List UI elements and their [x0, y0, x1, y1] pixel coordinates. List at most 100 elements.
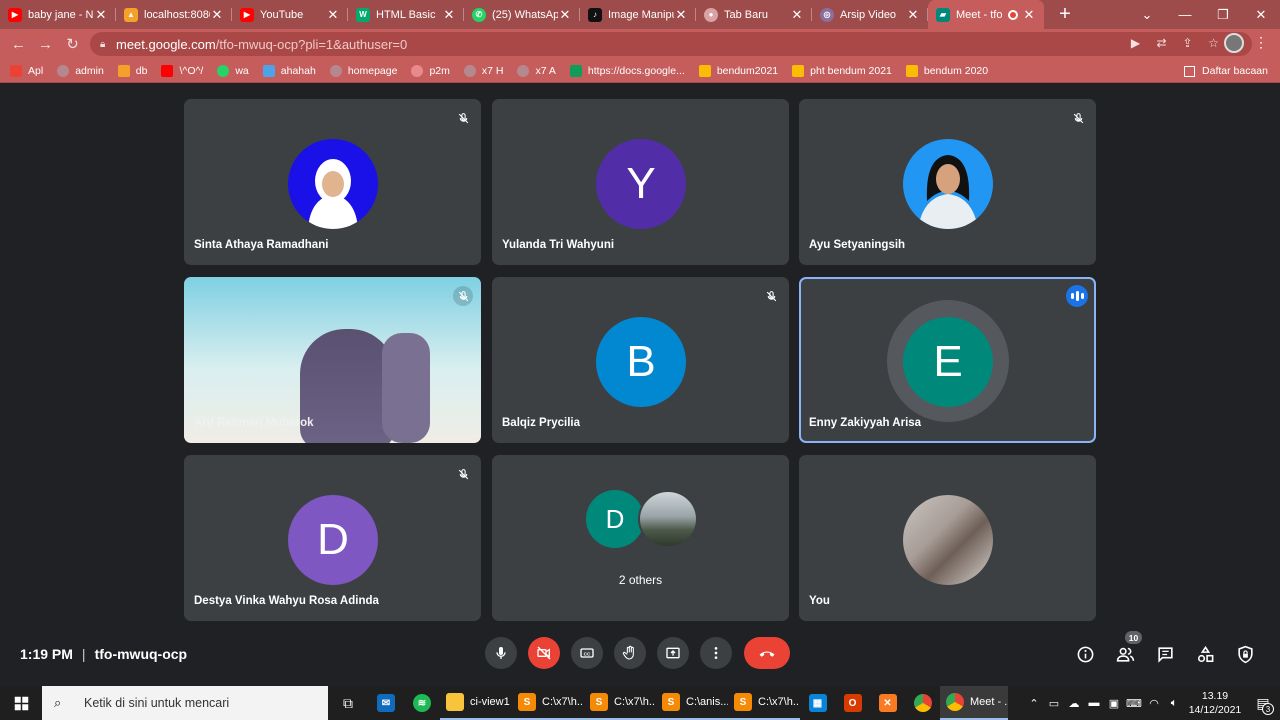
wifi-icon[interactable]: ◠ — [1144, 697, 1164, 710]
profile-avatar[interactable] — [1224, 33, 1244, 53]
bookmark-star-icon[interactable]: ☆ — [1205, 36, 1222, 50]
bookmark-item[interactable]: bendum 2020 — [905, 64, 988, 77]
taskbar-app[interactable]: S C:\x7\h... — [512, 686, 584, 720]
translate-icon[interactable]: ⇄ — [1153, 36, 1170, 50]
mail-app-button[interactable]: ✉ — [368, 686, 404, 720]
self-tile[interactable]: You — [799, 455, 1096, 621]
bookmark-item[interactable]: Apl — [10, 64, 43, 77]
keyboard-icon[interactable]: ⌨ — [1124, 697, 1144, 710]
bookmark-item[interactable]: bendum2021 — [698, 64, 778, 77]
close-icon[interactable]: ✕ — [674, 7, 688, 23]
participant-video-tile[interactable]: Arif Rahman Mubarok — [184, 277, 481, 443]
taskbar-app[interactable]: S C:\x7\h... — [728, 686, 800, 720]
meet-now-icon[interactable]: ▭ — [1044, 697, 1064, 710]
taskbar-search-box[interactable]: ⌕ Ketik di sini untuk mencari — [42, 686, 328, 720]
close-icon[interactable]: ✕ — [906, 7, 920, 23]
more-vert-icon — [714, 647, 718, 659]
participant-tile[interactable]: Sinta Athaya Ramadhani — [184, 99, 481, 265]
onedrive-cloud-icon[interactable]: ☁ — [1064, 697, 1084, 710]
forward-arrow-icon[interactable]: → — [32, 36, 59, 53]
new-tab-button[interactable]: + — [1050, 3, 1080, 26]
close-window-button[interactable]: ✕ — [1242, 7, 1280, 23]
bookmark-item[interactable]: \^O^/ — [161, 64, 203, 77]
more-options-button[interactable] — [700, 637, 732, 669]
leave-call-button[interactable] — [744, 637, 790, 669]
close-icon[interactable]: ✕ — [210, 7, 224, 23]
chrome-app-button[interactable] — [905, 686, 940, 720]
browser-tab[interactable]: ◎ Arsip Video ✕ — [812, 0, 928, 29]
close-icon[interactable]: ✕ — [1022, 7, 1036, 23]
spotify-app-button[interactable]: ≋ — [404, 686, 440, 720]
xampp-app-button[interactable]: ✕ — [870, 686, 905, 720]
tab-search-button[interactable]: ⌄ — [1128, 7, 1166, 23]
drive-icon — [698, 64, 711, 77]
host-controls-button[interactable] — [1234, 643, 1256, 665]
others-tile[interactable]: D 2 others — [492, 455, 789, 621]
bookmark-item[interactable]: pht bendum 2021 — [792, 64, 892, 77]
info-icon — [1077, 646, 1093, 662]
taskbar-meet-app[interactable]: Meet - ... — [940, 686, 1008, 720]
taskbar-app[interactable]: S C:\anis... — [656, 686, 728, 720]
close-icon[interactable]: ✕ — [558, 7, 572, 23]
bookmark-item[interactable]: ahahah — [262, 64, 316, 77]
volume-icon[interactable]: 🔈︎ — [1164, 697, 1184, 710]
bookmark-item[interactable]: x7 A — [517, 64, 556, 77]
bookmark-item[interactable]: db — [117, 64, 147, 77]
mic-off-icon — [453, 108, 473, 128]
reload-icon[interactable]: ↻ — [59, 35, 86, 53]
browser-tab-active[interactable]: ▰ Meet - tfo ✕ — [928, 0, 1044, 29]
svg-text:CC: CC — [584, 651, 591, 656]
minimize-button[interactable]: — — [1166, 7, 1204, 22]
browser-menu-icon[interactable]: ⋮ — [1254, 34, 1268, 51]
taskbar-app[interactable]: S C:\x7\h... — [584, 686, 656, 720]
browser-tab[interactable]: W HTML Basic ✕ — [348, 0, 464, 29]
close-icon[interactable]: ✕ — [790, 7, 804, 23]
bookmark-item[interactable]: https://docs.google... — [569, 64, 685, 77]
share-icon[interactable]: ⇪ — [1179, 36, 1196, 50]
camera-off-button[interactable] — [528, 637, 560, 669]
back-arrow-icon[interactable]: ← — [5, 36, 32, 53]
office-app-button[interactable]: O — [835, 686, 870, 720]
close-icon[interactable]: ✕ — [442, 7, 456, 23]
browser-tab[interactable]: ▲ localhost:8080 ✕ — [116, 0, 232, 29]
close-icon[interactable]: ✕ — [326, 7, 340, 23]
captions-button[interactable]: CC — [571, 637, 603, 669]
participant-tile[interactable]: Y Yulanda Tri Wahyuni — [492, 99, 789, 265]
meeting-details-button[interactable] — [1074, 643, 1096, 665]
browser-tab[interactable]: ♪ Image Manipu ✕ — [580, 0, 696, 29]
people-button[interactable] — [1114, 643, 1136, 665]
windows-start-button[interactable] — [0, 686, 42, 720]
participant-tile[interactable]: Ayu Setyaningsih — [799, 99, 1096, 265]
bookmark-item[interactable]: wa — [217, 64, 249, 77]
bookmark-item[interactable]: p2m — [411, 64, 450, 77]
present-screen-button[interactable] — [657, 637, 689, 669]
participant-tile[interactable]: D Destya Vinka Wahyu Rosa Adinda — [184, 455, 481, 621]
store-app-button[interactable]: ▦ — [800, 686, 835, 720]
chevron-up-icon[interactable]: ⌃ — [1024, 697, 1044, 710]
task-view-button[interactable]: ⧉ — [328, 686, 368, 720]
restore-button[interactable]: ❐ — [1204, 7, 1242, 23]
bookmark-item[interactable]: x7 H — [463, 64, 503, 77]
bookmark-item[interactable]: homepage — [329, 64, 397, 77]
close-icon[interactable]: ✕ — [94, 7, 108, 23]
microphone-button[interactable] — [485, 637, 517, 669]
browser-tab[interactable]: ✆(25) WhatsApp✕ — [464, 0, 580, 29]
sublime-icon: S — [734, 693, 752, 711]
bookmark-item[interactable]: admin — [57, 64, 104, 77]
notification-center-button[interactable]: ▤ 3 — [1246, 686, 1280, 720]
activities-button[interactable] — [1194, 643, 1216, 665]
taskbar-app[interactable]: ci-view1 — [440, 686, 512, 720]
battery-icon[interactable]: ▬ — [1084, 697, 1104, 709]
reading-list-button[interactable]: Daftar bacaan — [1184, 65, 1268, 77]
participant-tile[interactable]: B Balqiz Prycilia — [492, 277, 789, 443]
taskbar-clock[interactable]: 13.19 14/12/2021 — [1184, 689, 1246, 717]
participant-tile-speaking[interactable]: E Enny Zakiyyah Arisa — [799, 277, 1096, 443]
camera-icon[interactable]: ▶ — [1127, 36, 1144, 50]
browser-tab[interactable]: ▶ YouTube ✕ — [232, 0, 348, 29]
browser-tab[interactable]: ▶ baby jane - N ✕ — [0, 0, 116, 29]
display-icon[interactable]: ▣ — [1104, 697, 1124, 710]
raise-hand-button[interactable] — [614, 637, 646, 669]
address-bar[interactable]: 🔒︎ meet.google.com/tfo-mwuq-ocp?pli=1&au… — [90, 32, 1252, 56]
browser-tab[interactable]: ● Tab Baru ✕ — [696, 0, 812, 29]
chat-button[interactable] — [1154, 643, 1176, 665]
